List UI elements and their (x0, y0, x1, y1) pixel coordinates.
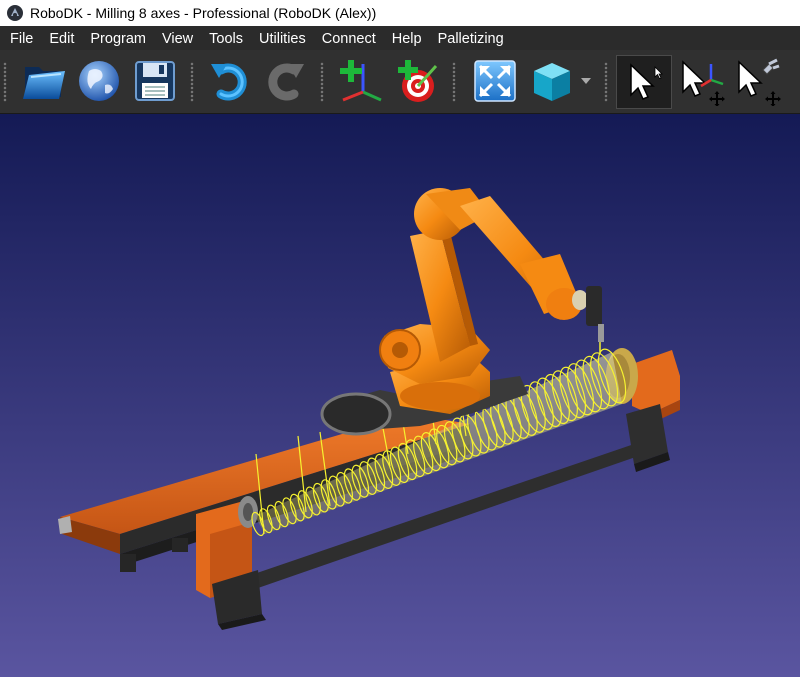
dropdown-arrow-icon (581, 78, 591, 84)
toolbar-separator (190, 62, 194, 102)
undo-icon (211, 63, 247, 101)
add-reference-frame-icon (340, 60, 382, 102)
redo-icon (268, 63, 304, 101)
view-options-dropdown[interactable] (572, 56, 600, 106)
title-bar: RoboDK - Milling 8 axes - Professional (… (0, 0, 800, 26)
toolbar-separator (604, 62, 608, 102)
view-cube-button[interactable] (527, 56, 577, 106)
add-target-icon (398, 60, 438, 102)
fit-all-button[interactable] (470, 56, 520, 106)
toolbar-separator (320, 62, 324, 102)
menu-bar: File Edit Program View Tools Utilities C… (0, 26, 800, 50)
menu-program[interactable]: Program (82, 26, 154, 50)
view-cube-icon (534, 63, 570, 101)
menu-palletizing[interactable]: Palletizing (430, 26, 512, 50)
menu-edit[interactable]: Edit (41, 26, 82, 50)
menu-connect[interactable]: Connect (314, 26, 384, 50)
3d-viewport[interactable] (0, 114, 800, 677)
redo-button[interactable] (260, 56, 310, 106)
move-tool-pointer-icon (738, 58, 781, 106)
menu-file[interactable]: File (2, 26, 41, 50)
menu-view[interactable]: View (154, 26, 201, 50)
open-folder-icon (23, 67, 65, 99)
fit-all-icon (474, 60, 516, 102)
undo-button[interactable] (205, 56, 255, 106)
move-reference-pointer-icon (682, 60, 725, 106)
toolbar-separator (452, 62, 456, 102)
globe-icon (79, 61, 119, 101)
menu-help[interactable]: Help (384, 26, 430, 50)
move-reference-button[interactable] (677, 56, 727, 106)
main-toolbar (0, 50, 800, 114)
robot-milling-scene[interactable] (0, 114, 800, 677)
window-title: RoboDK - Milling 8 axes - Professional (… (30, 5, 377, 21)
move-tool-button[interactable] (733, 56, 783, 106)
add-target-button[interactable] (392, 56, 442, 106)
open-button[interactable] (18, 56, 68, 106)
menu-utilities[interactable]: Utilities (251, 26, 314, 50)
online-library-button[interactable] (74, 56, 124, 106)
save-button[interactable] (130, 56, 180, 106)
toolbar-grip (3, 62, 7, 102)
add-reference-frame-button[interactable] (335, 56, 385, 106)
select-mode-button[interactable] (616, 55, 672, 109)
robodk-logo-icon (7, 5, 23, 21)
menu-tools[interactable]: Tools (201, 26, 251, 50)
save-icon (135, 61, 175, 101)
select-pointer-icon (630, 63, 663, 100)
